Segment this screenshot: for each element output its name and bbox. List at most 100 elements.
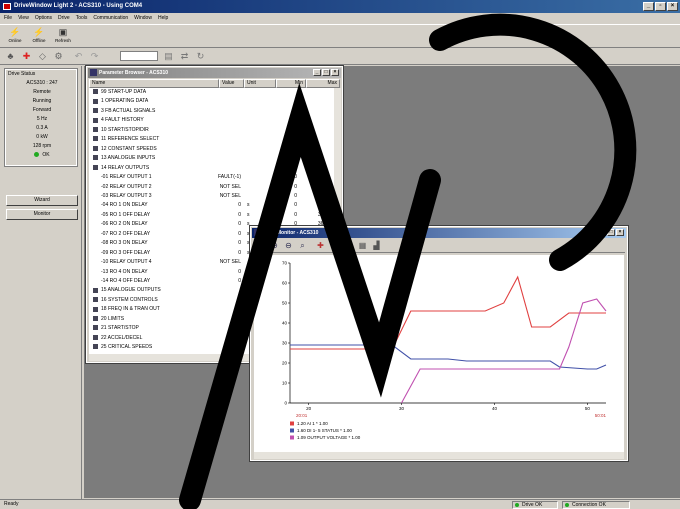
param-max: 56	[323, 192, 329, 199]
drive-status-caption: Drive Status	[8, 71, 36, 77]
column-value[interactable]: Value	[219, 79, 244, 88]
y-tick-label: 50	[282, 301, 288, 306]
speed: 128 rpm	[32, 143, 52, 149]
menu-communication[interactable]: Communication	[93, 13, 128, 24]
table-row[interactable]: 1 OPERATING DATA	[89, 97, 334, 106]
table-row[interactable]: -04 RO 1 ON DELAY 0 s 0 3600	[89, 201, 334, 210]
local-control-icon[interactable]: ♣	[4, 50, 17, 62]
menu-file[interactable]: File	[4, 13, 12, 24]
menu-view[interactable]: View	[18, 13, 29, 24]
offline-button[interactable]: ⚡ Offline	[28, 27, 50, 47]
connection-ok-panel: Connection OK	[562, 501, 630, 509]
menu-window[interactable]: Window	[134, 13, 152, 24]
restore-button[interactable]: ▫	[655, 2, 666, 11]
refresh-button[interactable]: ▣ Refresh	[52, 27, 74, 47]
table-row[interactable]: 3 FB ACTUAL SIGNALS	[89, 107, 334, 116]
close-button[interactable]: ×	[331, 69, 339, 76]
arrow-icon[interactable]: ➔	[329, 240, 340, 251]
spin-icon[interactable]: ▤	[162, 50, 175, 62]
column-min[interactable]: Min	[276, 79, 306, 88]
monitor-plot-area[interactable]: 0 10 20 30 40 50 60 70 20 30 40 50 20:01 50:01 1.20 AI…	[254, 255, 624, 452]
table-row[interactable]: -01 RELAY OUTPUT 1 FAULT(-1) 0 56	[89, 173, 334, 182]
table-row[interactable]: 12 CONSTANT SPEEDS	[89, 145, 334, 154]
param-name: 18 FREQ IN & TRAN OUT	[93, 305, 160, 314]
param-name: 12 CONSTANT SPEEDS	[93, 145, 157, 154]
menu-tools[interactable]: Tools	[76, 13, 88, 24]
table-row[interactable]: -03 RELAY OUTPUT 3 NOT SEL 0 56	[89, 192, 334, 201]
table-row[interactable]: 14 RELAY OUTPUTS	[89, 164, 334, 173]
stop-icon[interactable]: ■	[343, 240, 354, 251]
wizard-button[interactable]: Wizard	[6, 195, 78, 206]
param-name: -04 RO 1 ON DELAY	[101, 202, 148, 209]
rotate-icon[interactable]: ↻	[194, 50, 207, 62]
column-max[interactable]: Max	[306, 79, 340, 88]
table-row[interactable]: -05 RO 1 OFF DELAY 0 s 0 3600	[89, 211, 334, 220]
param-value: 0	[238, 230, 241, 237]
param-name: 21 START/STOP	[93, 324, 139, 333]
power: 0 kW	[36, 134, 48, 140]
drive-monitor-window[interactable]: Drive Monitor - ACS310 _ □ × ⚙ ⊕ ⊖ ⌕ ✚ ➔…	[249, 225, 629, 462]
monitor-horizontal-scrollbar[interactable]	[254, 452, 624, 459]
parameter-browser-titlebar[interactable]: Parameter Browser - ACS310 _ □ ×	[88, 68, 341, 78]
close-button[interactable]: ×	[667, 2, 678, 11]
fault-reset-icon[interactable]: ✚	[20, 50, 33, 62]
grid-icon[interactable]: ▦	[357, 240, 368, 251]
column-name[interactable]: Name	[89, 79, 219, 88]
param-name: -07 RO 2 OFF DELAY	[101, 230, 151, 237]
zoom-fit-icon[interactable]: ⌕	[297, 240, 308, 251]
table-row[interactable]: 4 FAULT HISTORY	[89, 116, 334, 125]
undo-icon[interactable]: ↶	[72, 50, 85, 62]
reference-input[interactable]	[120, 51, 158, 61]
zoom-out-icon[interactable]: ⊖	[283, 240, 294, 251]
minimize-button[interactable]: _	[313, 69, 321, 76]
close-button[interactable]: ×	[616, 229, 624, 236]
x-tick-label: 50	[585, 406, 591, 411]
param-name: 1 OPERATING DATA	[93, 97, 148, 106]
table-row[interactable]: 99 START-UP DATA	[89, 88, 334, 97]
online-button[interactable]: ⚡ Online	[4, 27, 26, 47]
minimize-button[interactable]: _	[643, 2, 654, 11]
folder-icon	[93, 117, 98, 123]
parameter-table-header: Name Value Unit Min Max	[89, 79, 340, 88]
param-name: 10 START/STOP/DIR	[93, 126, 149, 135]
param-value: FAULT(-1)	[218, 174, 241, 181]
maximize-button[interactable]: □	[322, 69, 330, 76]
table-row[interactable]: -02 RELAY OUTPUT 2 NOT SEL 0 56	[89, 183, 334, 192]
param-name: -13 RO 4 ON DELAY	[101, 268, 148, 275]
sync-icon[interactable]: ⇄	[178, 50, 191, 62]
folder-icon	[93, 98, 98, 104]
run-state: Running	[32, 98, 52, 104]
table-row[interactable]: 11 REFERENCE SELECT	[89, 135, 334, 144]
param-name: -02 RELAY OUTPUT 2	[101, 183, 152, 190]
current: 0.3 A	[36, 125, 48, 131]
y-tick-label: 30	[282, 341, 288, 346]
offline-plug-icon: ⚡	[33, 27, 45, 37]
menu-options[interactable]: Options	[35, 13, 52, 24]
chart-icon[interactable]: ▟	[371, 240, 382, 251]
zoom-in-icon[interactable]: ⊕	[269, 240, 280, 251]
monitor-button[interactable]: Monitor	[6, 209, 78, 220]
drive-monitor-titlebar[interactable]: Drive Monitor - ACS310 _ □ ×	[252, 228, 626, 238]
redo-icon[interactable]: ↷	[88, 50, 101, 62]
maximize-button[interactable]: □	[607, 229, 615, 236]
direction-icon[interactable]: ◇	[36, 50, 49, 62]
play-icon[interactable]: ✚	[315, 240, 326, 251]
menu-drive[interactable]: Drive	[58, 13, 70, 24]
main-toolbar: ⚡ Online ⚡ Offline ▣ Refresh	[0, 24, 680, 48]
series-line	[290, 275, 606, 350]
table-row[interactable]: 10 START/STOP/DIR	[89, 126, 334, 135]
direction: Forward	[32, 107, 52, 113]
x-start-label: 20:01	[296, 413, 308, 418]
window-title: DriveWindow Light 2 - ACS310 - Using COM…	[14, 3, 143, 9]
param-name: 13 ANALOGUE INPUTS	[93, 154, 155, 163]
menu-help[interactable]: Help	[158, 13, 168, 24]
column-unit[interactable]: Unit	[244, 79, 276, 88]
folder-icon	[93, 334, 98, 340]
minimize-button[interactable]: _	[598, 229, 606, 236]
param-name: -06 RO 2 ON DELAY	[101, 221, 148, 228]
table-row[interactable]: 13 ANALOGUE INPUTS	[89, 154, 334, 163]
status-bar: Ready Drive OK Connection OK	[0, 499, 680, 509]
refresh-icon: ▣	[58, 27, 68, 37]
settings-icon[interactable]: ⚙	[255, 240, 266, 251]
settings-icon[interactable]: ⚙	[52, 50, 65, 62]
